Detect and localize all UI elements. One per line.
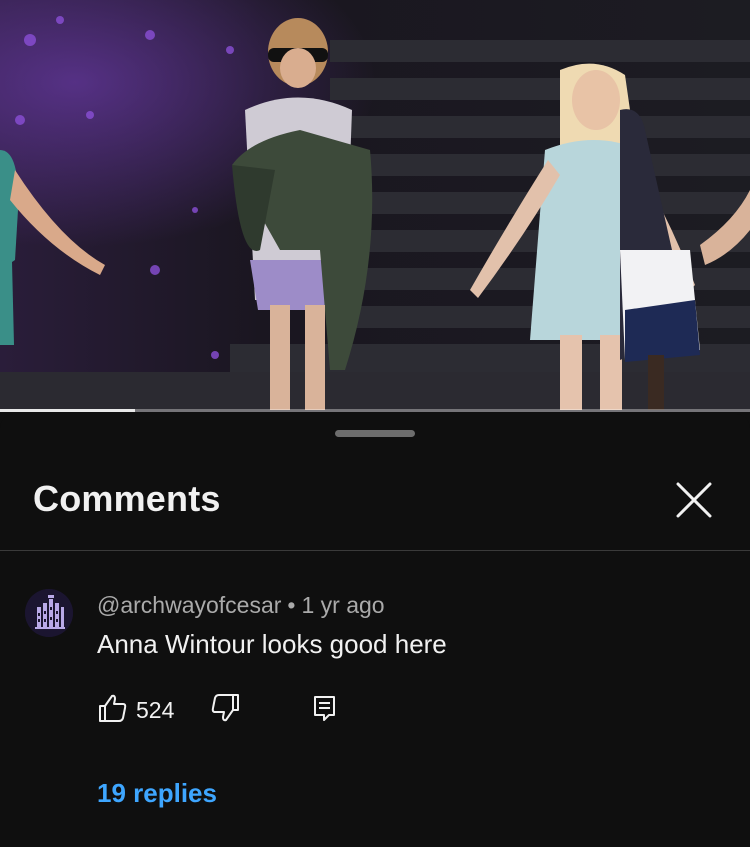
cathedral-icon	[25, 589, 73, 637]
close-icon[interactable]	[672, 478, 716, 522]
drag-handle[interactable]	[335, 430, 415, 437]
view-replies-link[interactable]: 19 replies	[97, 778, 217, 809]
reply-icon[interactable]	[309, 692, 341, 724]
header-divider	[0, 550, 750, 551]
comment-author[interactable]: @archwayofcesar	[97, 592, 281, 618]
comments-panel: Comments @archwayofcesar • 1 yr ago Anna…	[0, 414, 750, 847]
comment-time: 1 yr ago	[301, 592, 385, 618]
video-player[interactable]	[0, 0, 750, 412]
like-count: 524	[136, 697, 175, 723]
panel-title: Comments	[33, 478, 221, 519]
thumbs-up-icon[interactable]	[97, 692, 129, 724]
thumbs-down-icon[interactable]	[209, 692, 241, 724]
comment-text: Anna Wintour looks good here	[97, 629, 447, 659]
meta-separator: •	[287, 592, 296, 618]
video-frame-image	[0, 0, 750, 412]
comment-meta: @archwayofcesar • 1 yr ago	[97, 592, 385, 619]
video-progress-bar[interactable]	[0, 409, 750, 412]
avatar[interactable]	[25, 589, 73, 637]
video-progress-fill	[0, 409, 135, 412]
